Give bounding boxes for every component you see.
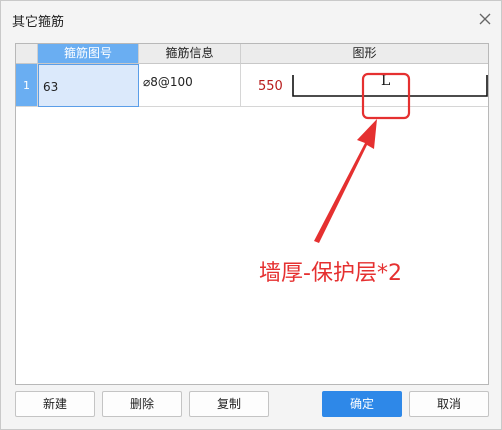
cancel-button[interactable]: 取消	[409, 391, 489, 417]
annotation-overlay	[314, 72, 411, 243]
highlight-box	[361, 72, 411, 120]
copy-button[interactable]: 复制	[189, 391, 269, 417]
ok-button[interactable]: 确定	[322, 391, 402, 417]
annotation-text: 墙厚-保护层*2	[259, 261, 402, 286]
other-stirrups-dialog: 其它箍筋 箍筋图号 箍筋信息 图形 1 63 ⌀8@100 550 L 墙厚-保…	[0, 0, 502, 430]
arrow-icon	[314, 119, 377, 243]
new-button[interactable]: 新建	[15, 391, 95, 417]
delete-button[interactable]: 删除	[102, 391, 182, 417]
